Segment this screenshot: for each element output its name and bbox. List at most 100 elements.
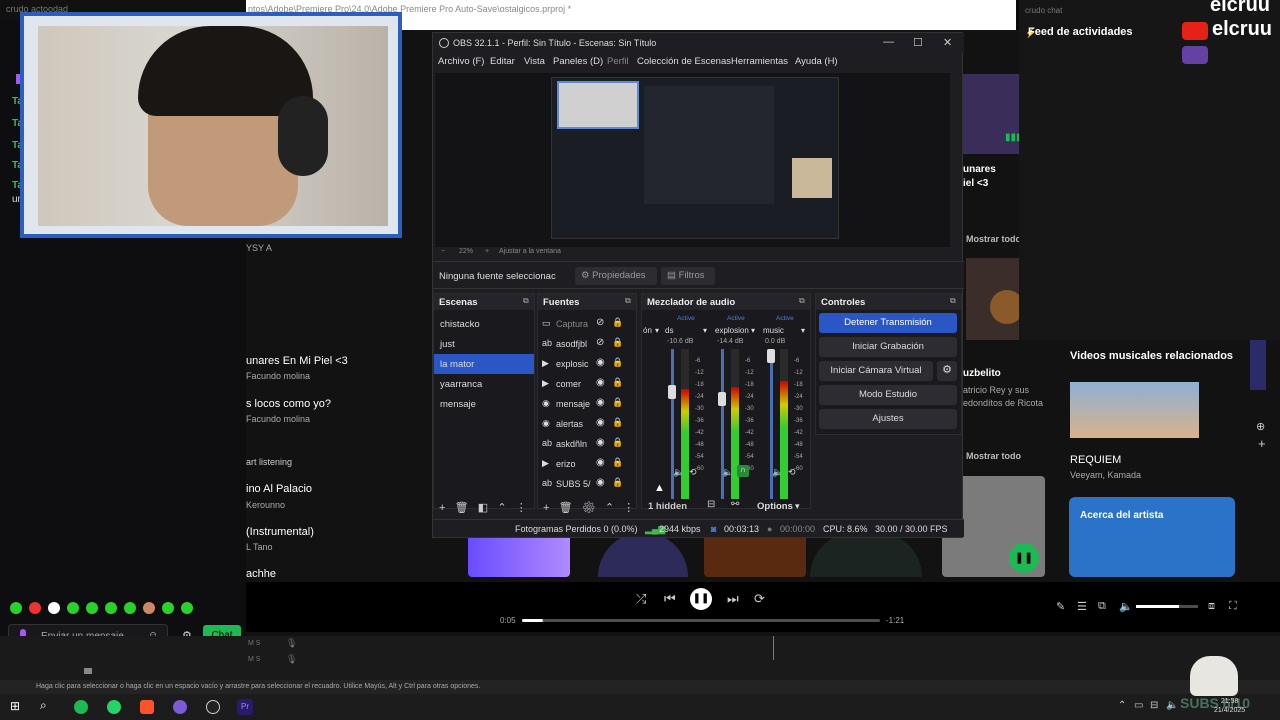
folder-icon[interactable] xyxy=(84,668,92,674)
miniplayer-icon[interactable]: ⧈ xyxy=(1208,600,1215,613)
emote-icon[interactable] xyxy=(181,602,193,614)
source-item[interactable]: ◉ mensaje ◉ 🔒 xyxy=(538,394,636,414)
source-item[interactable]: ab askdñln ◉ 🔒 xyxy=(538,434,636,454)
lock-icon[interactable]: 🔒 xyxy=(612,337,623,348)
menu-item[interactable]: Paneles (D) xyxy=(553,56,603,67)
menu-item[interactable]: Editar xyxy=(490,56,515,67)
song-title[interactable]: achhe xyxy=(246,568,276,580)
search-icon[interactable]: ⌕ xyxy=(40,698,47,713)
chevron-down-icon[interactable]: ▾ xyxy=(795,501,800,512)
show-all-link[interactable]: Mostrar todo xyxy=(966,451,1021,461)
obs-preview[interactable] xyxy=(435,73,950,247)
source-item[interactable]: ▶ comer ◉ 🔒 xyxy=(538,374,636,394)
headphone-icon[interactable]: ∩ xyxy=(737,465,749,477)
playhead[interactable] xyxy=(773,636,774,660)
speaker-icon[interactable]: 🔈 xyxy=(673,467,684,478)
source-item[interactable]: ▶ explosic ◉ 🔒 xyxy=(538,354,636,374)
volume-icon[interactable]: 🔈 xyxy=(1119,600,1133,613)
volume-icon[interactable]: 🔈 xyxy=(1166,700,1178,711)
about-artist-card[interactable] xyxy=(1069,497,1235,577)
close-icon[interactable]: ✕ xyxy=(943,36,952,49)
lock-icon[interactable]: 🔒 xyxy=(612,457,623,468)
lock-icon[interactable]: 🔒 xyxy=(612,417,623,428)
properties-button[interactable]: ⚙ Propiedades xyxy=(575,267,657,285)
speaker-icon[interactable]: 🔈 xyxy=(772,467,783,478)
trash-icon[interactable]: 🗑 xyxy=(455,502,469,514)
emote-icon[interactable] xyxy=(10,602,22,614)
fullscreen-icon[interactable]: ⛶ xyxy=(1229,600,1237,613)
artist-name[interactable]: uzbelito xyxy=(963,368,1001,379)
fader-knob[interactable] xyxy=(767,349,775,363)
premiere-icon[interactable]: Pr xyxy=(237,699,253,715)
channel-name[interactable]: ds xyxy=(665,326,673,335)
channel-name[interactable]: music xyxy=(763,326,784,335)
up-icon[interactable]: ⌃ xyxy=(497,502,506,514)
emote-icon[interactable] xyxy=(48,602,60,614)
mixer-layout-icon[interactable]: ⊟ xyxy=(707,499,715,510)
song-title[interactable]: unares En Mi Piel <3 xyxy=(246,355,348,367)
song-artist[interactable]: L Tano xyxy=(246,542,273,552)
discord-icon[interactable] xyxy=(173,700,187,714)
obs-icon[interactable] xyxy=(206,700,220,714)
maximize-icon[interactable]: ☐ xyxy=(913,36,923,49)
scene-item[interactable]: mensaje xyxy=(434,394,534,414)
pause-button[interactable]: ❚❚ xyxy=(690,588,712,610)
song-title[interactable]: art listening xyxy=(246,457,292,467)
source-item[interactable]: ab asodfjbl ⊘ 🔒 xyxy=(538,334,636,354)
devices-icon[interactable]: ⧉ xyxy=(1098,600,1106,613)
emote-icon[interactable] xyxy=(29,602,41,614)
channel-name[interactable]: explosion xyxy=(715,326,749,335)
up-icon[interactable]: ⌃ xyxy=(605,502,614,514)
undock-icon[interactable]: ⧉ xyxy=(799,296,805,306)
whatsapp-icon[interactable] xyxy=(107,700,121,714)
lock-icon[interactable]: 🔒 xyxy=(612,477,623,488)
undock-icon[interactable]: ⧉ xyxy=(523,296,529,306)
source-item[interactable]: ▶ erizo ◉ 🔒 xyxy=(538,454,636,474)
monitor-icon[interactable]: ⟲ xyxy=(788,467,796,478)
scene-item[interactable]: chistacko xyxy=(434,314,534,334)
brave-icon[interactable] xyxy=(140,700,154,714)
song-artist[interactable]: Facundo molina xyxy=(246,371,310,381)
song-title[interactable]: (Instrumental) xyxy=(246,526,314,538)
add-icon[interactable]: + xyxy=(1258,436,1266,451)
eye-icon[interactable]: ◉ xyxy=(596,377,605,388)
related-video-thumb[interactable] xyxy=(1070,382,1199,438)
mic-icon[interactable]: 🎙 xyxy=(286,638,297,649)
source-item[interactable]: ▭ Captura ⊘ 🔒 xyxy=(538,314,636,334)
link-icon[interactable]: ⚯ xyxy=(731,499,739,510)
scene-item[interactable]: yaarranca xyxy=(434,374,534,394)
zoom-out-icon[interactable]: − xyxy=(441,248,445,255)
mic-icon[interactable]: 🎙 xyxy=(286,654,297,665)
pencil-icon[interactable]: ✎ xyxy=(1056,600,1065,613)
menu-item[interactable]: Colección de Escenas xyxy=(637,56,731,67)
plus-icon[interactable]: ⊕ xyxy=(1256,420,1265,433)
source-item[interactable]: ab SUBS 5/ ◉ 🔒 xyxy=(538,474,636,494)
previous-icon[interactable]: ⏮ xyxy=(664,591,676,607)
studio-mode-button[interactable]: Modo Estudio xyxy=(819,385,957,405)
chevron-down-icon[interactable]: ▾ xyxy=(655,326,659,335)
eye-hidden-icon[interactable]: ⊘ xyxy=(596,337,604,348)
progress-bar[interactable] xyxy=(522,619,880,622)
menu-item[interactable]: Perfil xyxy=(607,56,629,67)
undock-icon[interactable]: ⧉ xyxy=(950,296,956,306)
eye-icon[interactable]: ◉ xyxy=(596,357,605,368)
monitor-icon[interactable]: ⟲ xyxy=(689,467,697,478)
chevron-up-icon[interactable]: ⌃ xyxy=(1118,700,1126,711)
album-tile[interactable] xyxy=(468,532,570,577)
song-artist[interactable]: Facundo molina xyxy=(246,414,310,424)
fader-knob[interactable] xyxy=(668,385,676,399)
speaker-icon[interactable]: 🔈 xyxy=(722,467,733,478)
undock-icon[interactable]: ⧉ xyxy=(625,296,631,306)
clock[interactable]: 21:58 21/4/2025 xyxy=(1214,697,1245,715)
spotify-icon[interactable] xyxy=(74,700,88,714)
lock-icon[interactable]: 🔒 xyxy=(612,377,623,388)
emote-icon[interactable] xyxy=(86,602,98,614)
minimize-icon[interactable]: — xyxy=(883,36,894,48)
source-item[interactable]: ◉ alertas ◉ 🔒 xyxy=(538,414,636,434)
fit-window[interactable]: Ajustar a la ventana xyxy=(499,248,561,255)
filter-icon[interactable]: ◧ xyxy=(478,502,488,514)
shuffle-icon[interactable]: ⤮ xyxy=(636,591,646,607)
start-recording-button[interactable]: Iniciar Grabación xyxy=(819,337,957,357)
chevron-down-icon[interactable]: ▾ xyxy=(751,326,755,335)
filters-button[interactable]: ▤ Filtros xyxy=(661,267,715,285)
